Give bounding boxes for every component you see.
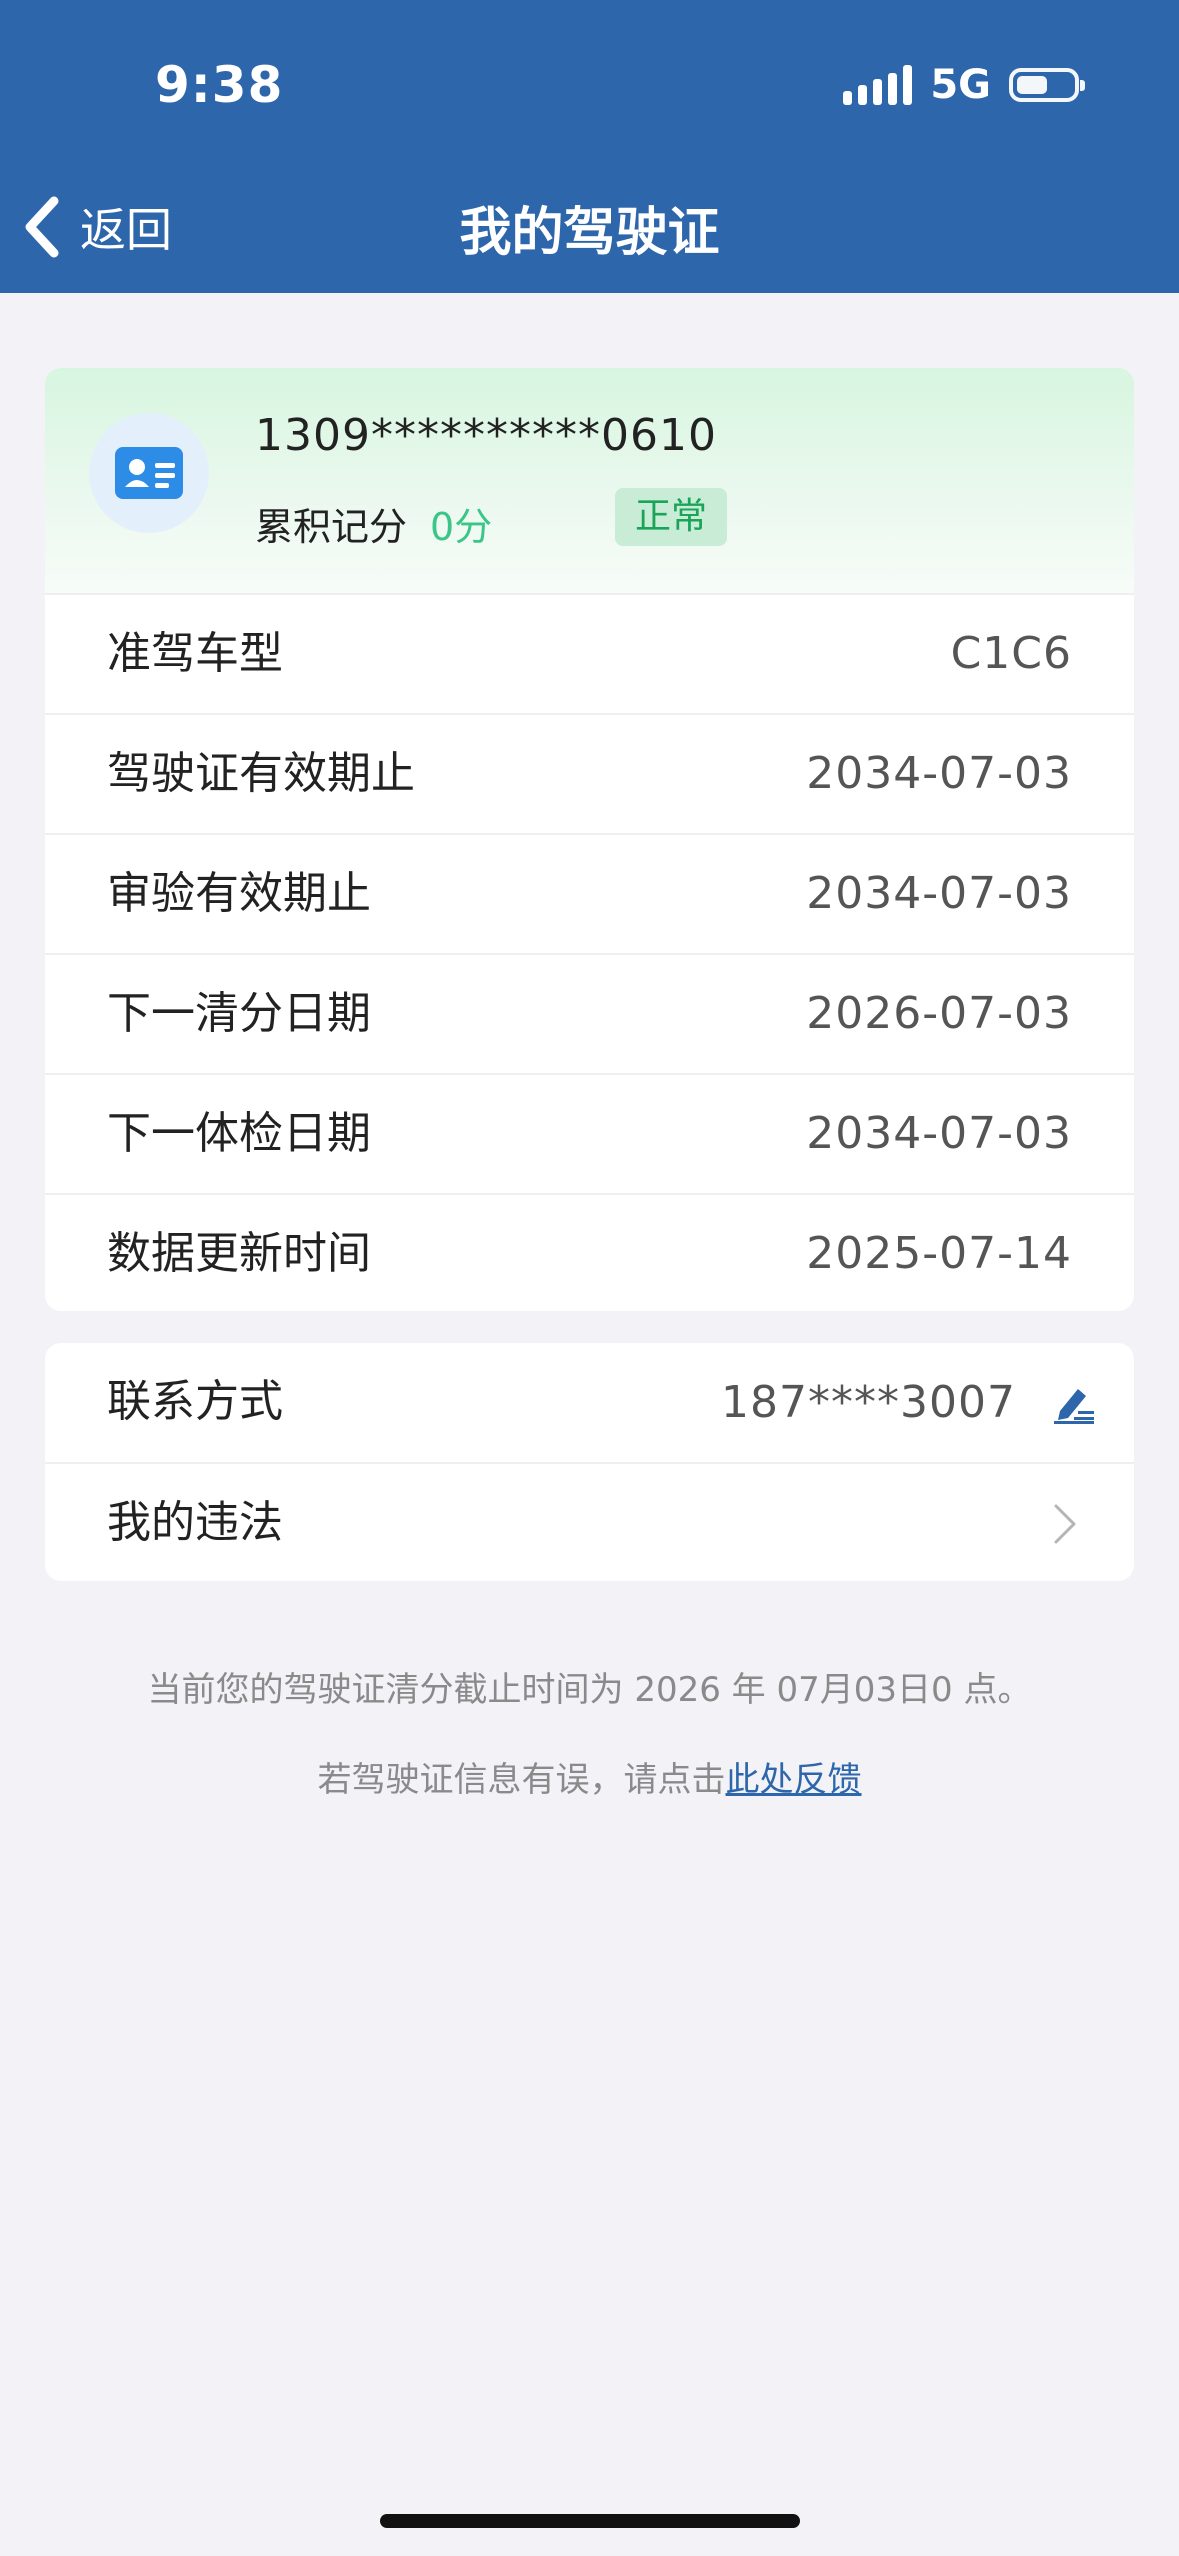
id-card-icon xyxy=(115,447,183,499)
detail-label: 下一清分日期 xyxy=(107,988,371,1039)
feedback-prefix: 若驾驶证信息有误，请点击 xyxy=(317,1760,726,1800)
detail-label: 数据更新时间 xyxy=(107,1228,371,1279)
actions-card: 联系方式 187****3007 我的违法 xyxy=(45,1343,1134,1581)
detail-value: 2034-07-03 xyxy=(806,748,1072,799)
detail-value: 2034-07-03 xyxy=(806,1108,1072,1159)
detail-value: 2026-07-03 xyxy=(806,988,1072,1039)
license-summary: 1309**********0610 累积记分 0分 正常 xyxy=(45,368,1134,593)
signal-icon xyxy=(843,65,913,105)
detail-row: 驾驶证有效期止 2034-07-03 xyxy=(45,713,1134,833)
contact-row[interactable]: 联系方式 187****3007 xyxy=(45,1343,1134,1462)
detail-row: 审验有效期止 2034-07-03 xyxy=(45,833,1134,953)
points-label: 累积记分 xyxy=(255,505,408,549)
license-avatar xyxy=(89,413,209,533)
status-icons: 5G xyxy=(843,62,1085,108)
detail-row: 下一体检日期 2034-07-03 xyxy=(45,1073,1134,1193)
detail-value: 2034-07-03 xyxy=(806,868,1072,919)
contact-label: 联系方式 xyxy=(107,1376,283,1427)
edit-icon[interactable] xyxy=(1052,1381,1096,1425)
home-indicator xyxy=(380,2514,800,2528)
network-label: 5G xyxy=(930,62,991,108)
feedback-link[interactable]: 此处反馈 xyxy=(726,1760,862,1800)
license-number: 1309**********0610 xyxy=(255,410,717,461)
status-time: 9:38 xyxy=(155,56,284,114)
detail-value: C1C6 xyxy=(950,628,1072,679)
battery-icon xyxy=(1009,68,1085,102)
detail-label: 下一体检日期 xyxy=(107,1108,371,1159)
points-value: 0分 xyxy=(430,505,493,549)
license-card: 1309**********0610 累积记分 0分 正常 准驾车型 C1C6 … xyxy=(45,368,1134,1311)
detail-row: 准驾车型 C1C6 xyxy=(45,593,1134,713)
violations-row[interactable]: 我的违法 xyxy=(45,1462,1134,1581)
detail-label: 审验有效期止 xyxy=(107,868,371,919)
status-badge: 正常 xyxy=(615,488,728,546)
violations-label: 我的违法 xyxy=(107,1497,283,1548)
detail-label: 驾驶证有效期止 xyxy=(107,748,415,799)
contact-value: 187****3007 xyxy=(721,1377,1016,1428)
detail-label: 准驾车型 xyxy=(107,628,283,679)
app-header: 9:38 5G 返回 我的驾驶证 xyxy=(0,0,1179,293)
clear-deadline-notice: 当前您的驾驶证清分截止时间为 2026 年 07月03日0 点。 xyxy=(147,1670,1032,1710)
page-title: 我的驾驶证 xyxy=(459,203,720,263)
detail-row: 下一清分日期 2026-07-03 xyxy=(45,953,1134,1073)
detail-row: 数据更新时间 2025-07-14 xyxy=(45,1193,1134,1311)
feedback-line: 若驾驶证信息有误，请点击此处反馈 xyxy=(0,1752,1179,1801)
chevron-right-icon xyxy=(1054,1504,1076,1544)
detail-value: 2025-07-14 xyxy=(806,1228,1072,1279)
